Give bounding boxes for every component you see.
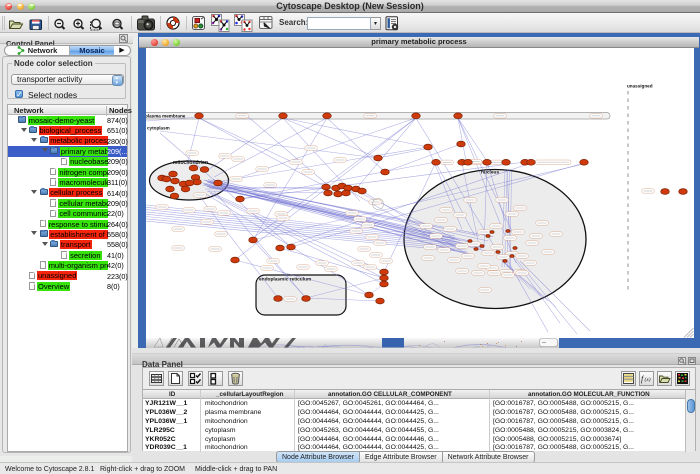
svg-text:(x): (x): [645, 376, 651, 383]
svg-text:endoplasmic reticulum: endoplasmic reticulum: [259, 276, 311, 282]
svg-text:mitochondrion: mitochondrion: [173, 160, 208, 166]
svg-text:unassigned: unassigned: [627, 83, 653, 88]
svg-text:cytoplasm: cytoplasm: [147, 125, 170, 130]
svg-text:plasma membrane: plasma membrane: [146, 113, 186, 118]
